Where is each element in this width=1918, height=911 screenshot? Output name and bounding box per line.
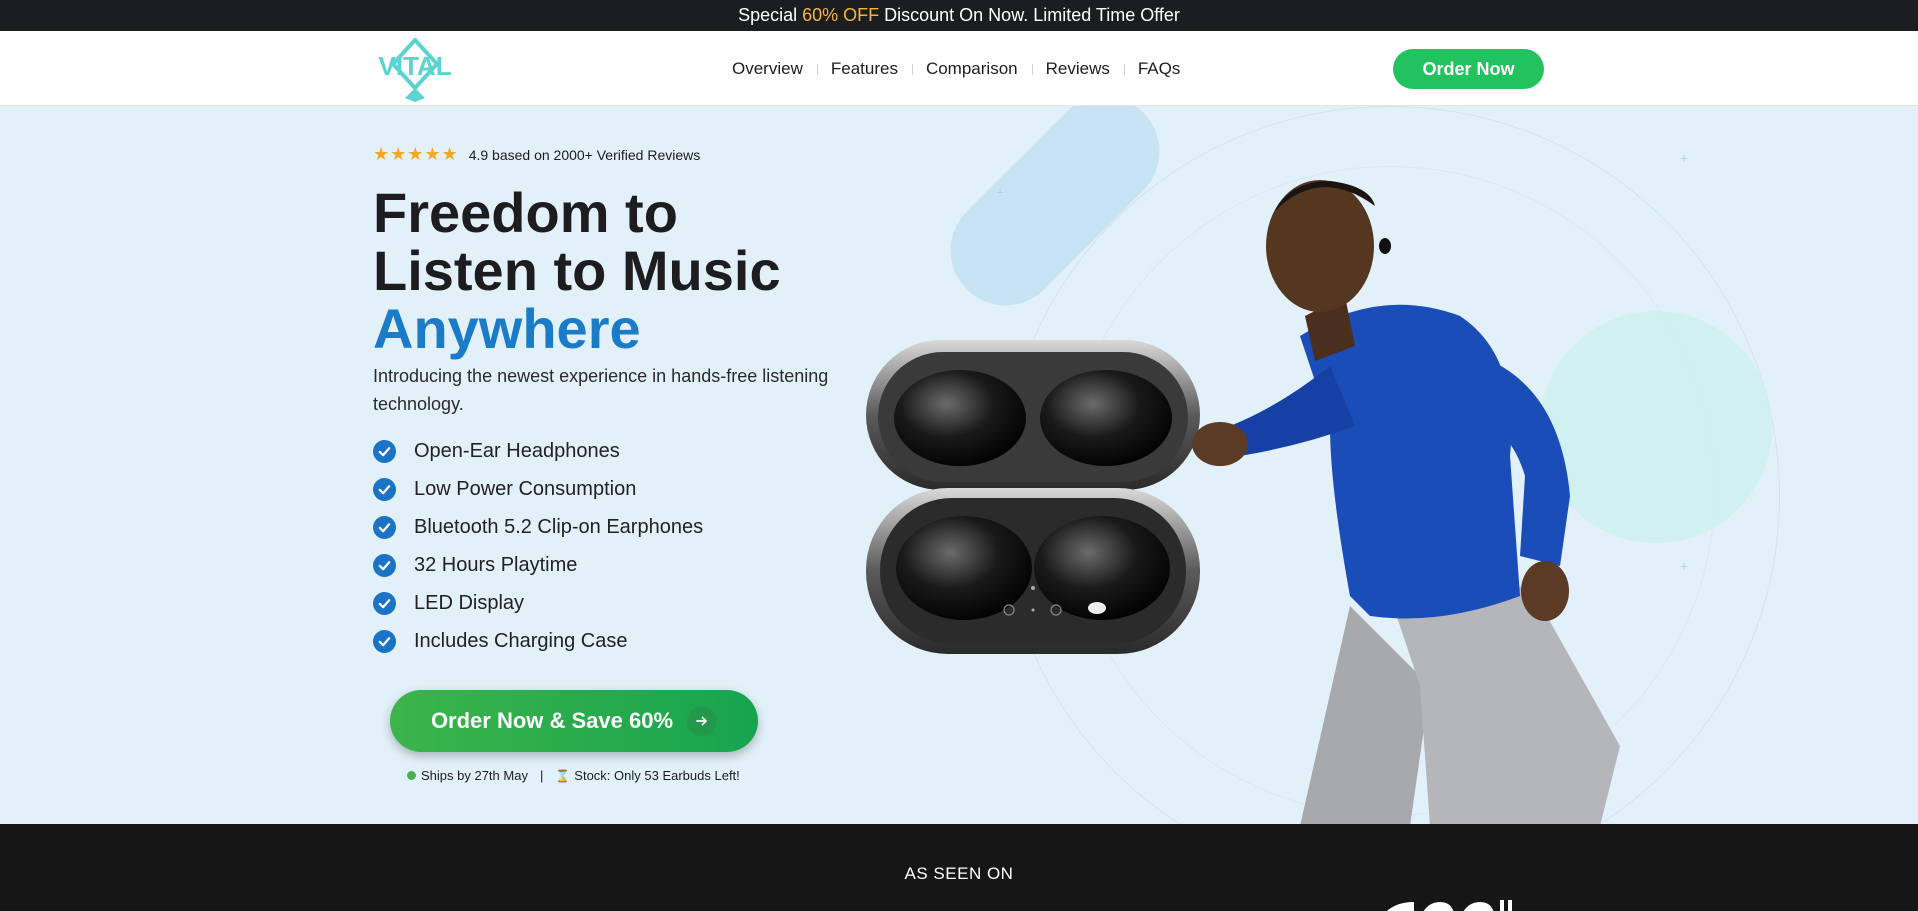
feature-label: LED Display — [414, 591, 525, 614]
promo-bar: Special 60% OFF Discount On Now. Limited… — [0, 0, 1918, 31]
feature-item: LED Display — [373, 584, 703, 622]
headline-line-1: Freedom to — [373, 181, 678, 244]
stock-text: Stock: Only 53 Earbuds Left! — [574, 768, 740, 783]
nav-overview[interactable]: Overview — [718, 59, 817, 79]
feature-item: Open-Ear Headphones — [373, 432, 703, 470]
rating-text: 4.9 based on 2000+ Verified Reviews — [468, 146, 701, 163]
ships-text: Ships by 27th May — [421, 768, 528, 783]
as-seen-on-label: AS SEEN ON — [904, 864, 1014, 883]
feature-item: 32 Hours Playtime — [373, 546, 703, 584]
vital-diamond-logo-icon: VITAL — [378, 38, 452, 102]
star-icon: ★★★★★ — [373, 144, 459, 164]
nav-faqs[interactable]: FAQs — [1123, 59, 1195, 79]
check-circle-icon — [373, 553, 396, 577]
promo-highlight: 60% OFF — [802, 5, 880, 25]
feature-label: Bluetooth 5.2 Clip-on Earphones — [414, 515, 704, 538]
check-circle-icon — [373, 515, 396, 539]
feature-list: Open-Ear Headphones Low Power Consumptio… — [373, 432, 703, 660]
check-circle-icon — [373, 629, 396, 653]
hero-headline: Freedom to Listen to Music Anywhere — [373, 184, 781, 358]
earbuds-case-image — [866, 340, 1200, 654]
hero-intro: Introducing the newest experience in han… — [373, 366, 829, 414]
headline-accent: Anywhere — [373, 297, 641, 360]
promo-prefix: Special — [738, 5, 803, 25]
feature-label: Includes Charging Case — [414, 629, 628, 652]
feature-item: Bluetooth 5.2 Clip-on Earphones — [373, 508, 703, 546]
feature-item: Includes Charging Case — [373, 622, 703, 660]
feature-label: Open-Ear Headphones — [414, 439, 620, 462]
feature-label: 32 Hours Playtime — [414, 553, 578, 576]
decor-plus-icon: + — [996, 184, 1005, 200]
nav-reviews[interactable]: Reviews — [1031, 59, 1124, 79]
as-seen-on-band: AS SEEN ON — [0, 824, 1918, 911]
decor-plus-icon: + — [1680, 558, 1689, 574]
shipping-info: Ships by 27th May | ⌛ Stock: Only 53 Ear… — [407, 768, 740, 783]
cta-label: Order Now & Save 60% — [430, 708, 674, 733]
headline-line-2: Listen to Music — [373, 239, 781, 302]
check-circle-icon — [373, 439, 396, 463]
check-circle-icon — [373, 477, 396, 501]
green-dot-icon — [407, 771, 416, 780]
feature-item: Low Power Consumption — [373, 470, 703, 508]
vital-logo[interactable]: VITAL — [373, 38, 457, 102]
runner-image — [1192, 180, 1620, 824]
rating-row: ★★★★★ 4.9 based on 2000+ Verified Review… — [373, 144, 700, 165]
header-order-button[interactable]: Order Now — [1393, 49, 1544, 89]
arrow-right-icon — [687, 706, 718, 736]
check-circle-icon — [373, 591, 396, 615]
hero-section: + + + ★★★★★ 4.9 based on 2000+ Verified … — [0, 106, 1918, 824]
hourglass-icon: ⌛ — [555, 768, 571, 783]
promo-suffix: Discount On Now. Limited Time Offer — [879, 5, 1180, 25]
separator: | — [539, 768, 544, 783]
order-save-button[interactable]: Order Now & Save 60% — [390, 690, 758, 752]
nav-comparison[interactable]: Comparison — [911, 59, 1032, 79]
site-header: VITAL Overview Features Comparison Revie… — [0, 31, 1918, 106]
logo-text: VITAL — [378, 51, 451, 81]
nav-features[interactable]: Features — [816, 59, 912, 79]
media-logo-image — [1386, 900, 1512, 911]
feature-label: Low Power Consumption — [414, 477, 637, 500]
decor-plus-icon: + — [1680, 150, 1689, 166]
main-nav: Overview Features Comparison Reviews FAQ… — [718, 31, 1194, 106]
